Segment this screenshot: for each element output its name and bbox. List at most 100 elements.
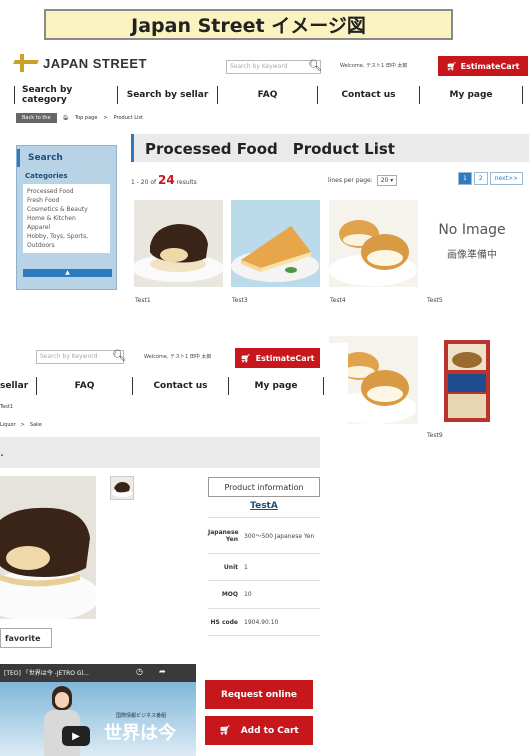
categories-label: Categories — [25, 172, 68, 180]
category-item[interactable]: Home & Kitchen — [27, 214, 106, 223]
category-item[interactable]: Fresh Food — [27, 196, 106, 205]
title-fragment: . — [0, 445, 4, 459]
category-item[interactable]: Hobby, Toys, Sports, Outdoors — [27, 232, 106, 250]
price-row: Japanese Yen 300～500 Japanese Yen — [208, 517, 320, 553]
estimate-cart-label: EstimateCart — [460, 61, 520, 71]
estimate-cart-button[interactable]: 🛒︎ EstimateCart — [438, 56, 528, 76]
screenshot-root: JAPAN STREET Search by Keyword 🔍︎ Welcom… — [0, 0, 529, 756]
product-label[interactable]: Test5 — [427, 297, 443, 304]
logo-text: JAPAN STREET — [43, 55, 147, 71]
product-image-miso-soup[interactable] — [440, 340, 492, 422]
moq-key: MOQ — [221, 591, 238, 598]
hs-code-key: HS code — [210, 618, 238, 626]
clock-icon[interactable]: ◷ — [136, 667, 143, 676]
category-item[interactable]: Apparel — [27, 223, 106, 232]
main-nav: sellar FAQ Contact us My page — [0, 374, 324, 398]
unit-row: Unit 1 — [208, 553, 320, 580]
breadcrumb-current: Product List — [113, 115, 143, 121]
nav-my-page[interactable]: My page — [419, 86, 523, 104]
pagination: 1 2 next>> — [458, 172, 524, 185]
price-key: Japanese Yen — [208, 528, 239, 543]
product-label[interactable]: Test3 — [232, 297, 248, 304]
nav-search-by-sellar[interactable]: sellar — [0, 377, 36, 395]
request-online-button[interactable]: Request online — [205, 680, 313, 709]
play-icon[interactable]: ▶ — [62, 726, 90, 746]
search-input[interactable]: Search by Keyword — [36, 350, 124, 364]
nav-contact-us[interactable]: Contact us — [132, 377, 228, 395]
no-image-placeholder[interactable]: No Image 画像準備中 — [427, 222, 517, 261]
cart-icon: 🛒︎ — [240, 353, 251, 363]
results-number: 24 — [158, 173, 175, 187]
page-1[interactable]: 1 — [458, 172, 472, 185]
video-player[interactable]: [TEO] 「世界は今 -JETRO Gl... ◷ ➦ 国際情報ビジネス番組 … — [0, 664, 196, 756]
search-icon[interactable]: 🔍︎ — [112, 349, 126, 362]
image-caption-banner: Japan Street イメージ図 — [44, 9, 453, 40]
search-icon[interactable]: 🔍︎ — [308, 59, 322, 72]
unit-key: Unit — [223, 563, 238, 571]
product-label[interactable]: Test1 — [135, 297, 151, 304]
torii-logo-icon — [14, 54, 38, 72]
results-count: 1 - 20 of 24 results — [131, 173, 197, 187]
price-value: 300～500 Japanese Yen — [244, 533, 315, 540]
hs-code-value: 1904.90.10 — [244, 618, 279, 626]
collapse-toggle[interactable]: ▲ — [23, 269, 112, 277]
search-sidebar: Search Categories Processed Food Fresh F… — [16, 145, 117, 290]
product-image-eclair[interactable] — [132, 200, 224, 287]
add-to-cart-button[interactable]: 🛒︎ Add to Cart — [205, 716, 313, 745]
share-icon[interactable]: ➦ — [159, 667, 166, 676]
welcome-text: Welcome, テスト1 田中 太郎 — [340, 63, 408, 69]
product-image-cheesecake[interactable] — [231, 200, 320, 287]
add-to-cart-label: Add to Cart — [240, 725, 299, 736]
nav-search-by-sellar[interactable]: Search by sellar — [117, 86, 217, 104]
lines-per-page-label: lines per page: — [328, 177, 373, 184]
moq-value: 10 — [244, 591, 252, 598]
cart-icon: 🛒︎ — [219, 725, 231, 736]
page-title: Processed Food Product List — [131, 134, 529, 162]
breadcrumb-sep: > — [103, 115, 108, 121]
video-subtitle: 国際情報ビジネス番組 — [116, 713, 167, 719]
home-icon: 🏠︎ — [62, 115, 69, 121]
product-detail-window: Search by Keyword 🔍︎ Welcome, テスト1 田中 太郎… — [0, 343, 348, 756]
sidebar-title: Search — [17, 149, 116, 167]
estimate-cart-button[interactable]: 🛒︎ EstimateCart — [235, 348, 320, 368]
video-controls: ◷ ➦ — [136, 667, 166, 676]
product-title-bar: . — [0, 437, 320, 468]
back-button[interactable]: Back to the — [16, 113, 57, 123]
lines-per-page: lines per page: 20 ▾ — [328, 175, 398, 186]
product-information-tab[interactable]: Product information — [208, 477, 320, 497]
site-logo[interactable]: JAPAN STREET — [14, 54, 147, 72]
favorite-button[interactable]: favorite — [0, 628, 52, 648]
welcome-text: Welcome, テスト1 田中 太郎 — [144, 354, 212, 360]
nav-faq[interactable]: FAQ — [217, 86, 317, 104]
moq-row: MOQ 10 — [208, 580, 320, 608]
nav-search-by-category[interactable]: Search by category — [14, 85, 117, 105]
nav-faq[interactable]: FAQ — [36, 377, 132, 395]
results-suffix: results — [176, 179, 197, 186]
product-thumbnail[interactable] — [110, 476, 134, 500]
breadcrumb-category[interactable]: Liquor > Sake — [0, 421, 42, 428]
hs-code-row: HS code 1904.90.10 — [208, 608, 320, 636]
unit-value: 1 — [244, 563, 248, 571]
product-name-link[interactable]: TestA — [208, 501, 320, 511]
no-image-jp-text: 画像準備中 — [447, 250, 497, 261]
product-label[interactable]: Test9 — [427, 432, 443, 439]
page-2[interactable]: 2 — [473, 172, 488, 185]
category-item[interactable]: Cosmetics & Beauty — [27, 205, 106, 214]
nav-contact-us[interactable]: Contact us — [317, 86, 419, 104]
product-label[interactable]: Test4 — [330, 297, 346, 304]
cart-icon: 🛒︎ — [446, 61, 457, 71]
main-nav: Search by category Search by sellar FAQ … — [14, 82, 529, 108]
product-image-cream-puff[interactable] — [329, 200, 418, 287]
category-item[interactable]: Processed Food — [27, 187, 106, 196]
page-next[interactable]: next>> — [489, 172, 524, 185]
lines-per-page-select[interactable]: 20 ▾ — [376, 175, 398, 186]
breadcrumb-top[interactable]: Top page — [75, 115, 98, 121]
results-prefix: 1 - 20 of — [131, 179, 157, 186]
video-show-title: 世界は今 — [104, 723, 176, 744]
category-list: Processed Food Fresh Food Cosmetics & Be… — [23, 184, 110, 253]
breadcrumb-seller[interactable]: Test1 — [0, 404, 13, 410]
search-input[interactable]: Search by Keyword — [226, 60, 321, 74]
product-main-image[interactable] — [0, 476, 100, 622]
nav-my-page[interactable]: My page — [228, 377, 324, 395]
breadcrumb: Back to the 🏠︎ Top page > Product List — [16, 113, 143, 123]
